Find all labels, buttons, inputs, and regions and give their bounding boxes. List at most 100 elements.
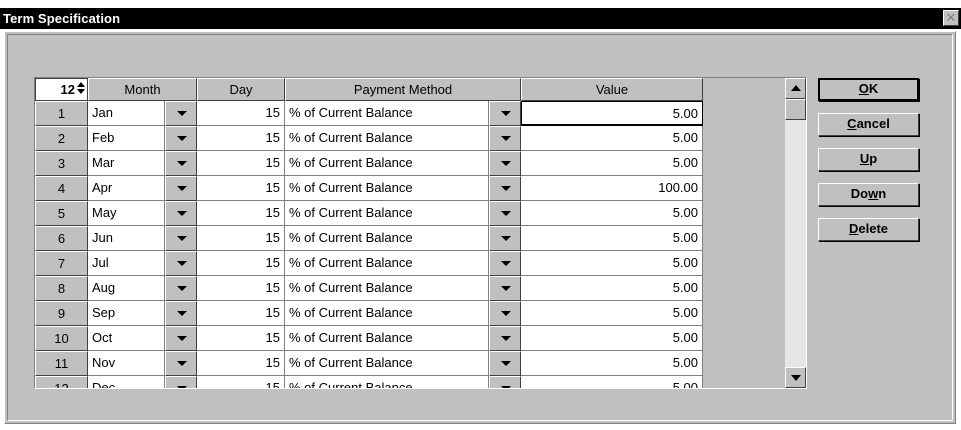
- payment-method-cell[interactable]: % of Current Balance: [285, 301, 489, 326]
- header-day[interactable]: Day: [197, 78, 285, 101]
- value-cell[interactable]: 5.00: [521, 351, 703, 376]
- day-cell[interactable]: 15: [197, 226, 285, 251]
- close-icon[interactable]: ✕: [943, 10, 959, 26]
- row-number[interactable]: 9: [35, 301, 88, 326]
- scroll-up-icon[interactable]: [785, 78, 806, 99]
- payment-method-cell[interactable]: % of Current Balance: [285, 376, 489, 388]
- row-number[interactable]: 4: [35, 176, 88, 201]
- scroll-down-icon[interactable]: [785, 367, 806, 388]
- row-number[interactable]: 2: [35, 126, 88, 151]
- delete-button[interactable]: Delete: [818, 218, 919, 241]
- payment-method-dropdown-icon[interactable]: [489, 226, 521, 251]
- month-dropdown-icon[interactable]: [165, 276, 197, 301]
- row-number[interactable]: 12: [35, 376, 88, 388]
- day-cell[interactable]: 15: [197, 126, 285, 151]
- payment-method-dropdown-icon[interactable]: [489, 251, 521, 276]
- month-dropdown-icon[interactable]: [165, 326, 197, 351]
- day-cell[interactable]: 15: [197, 101, 285, 126]
- value-cell[interactable]: 5.00: [521, 326, 703, 351]
- payment-method-cell[interactable]: % of Current Balance: [285, 126, 489, 151]
- payment-method-dropdown-icon[interactable]: [489, 176, 521, 201]
- day-cell[interactable]: 15: [197, 151, 285, 176]
- day-cell[interactable]: 15: [197, 351, 285, 376]
- payment-method-dropdown-icon[interactable]: [489, 126, 521, 151]
- month-cell[interactable]: Feb: [88, 126, 165, 151]
- payment-method-cell[interactable]: % of Current Balance: [285, 226, 489, 251]
- payment-method-cell[interactable]: % of Current Balance: [285, 326, 489, 351]
- month-cell[interactable]: Jun: [88, 226, 165, 251]
- month-cell[interactable]: Dec: [88, 376, 165, 388]
- header-value[interactable]: Value: [521, 78, 703, 101]
- month-cell[interactable]: Sep: [88, 301, 165, 326]
- row-number[interactable]: 7: [35, 251, 88, 276]
- month-cell[interactable]: Oct: [88, 326, 165, 351]
- day-cell[interactable]: 15: [197, 251, 285, 276]
- payment-method-dropdown-icon[interactable]: [489, 276, 521, 301]
- payment-method-cell[interactable]: % of Current Balance: [285, 176, 489, 201]
- payment-method-cell[interactable]: % of Current Balance: [285, 201, 489, 226]
- month-dropdown-icon[interactable]: [165, 176, 197, 201]
- month-dropdown-icon[interactable]: [165, 376, 197, 388]
- header-payment-method[interactable]: Payment Method: [285, 78, 521, 101]
- payment-method-dropdown-icon[interactable]: [489, 376, 521, 388]
- value-cell[interactable]: 5.00: [521, 301, 703, 326]
- payment-method-cell[interactable]: % of Current Balance: [285, 351, 489, 376]
- month-dropdown-icon[interactable]: [165, 301, 197, 326]
- month-cell[interactable]: Nov: [88, 351, 165, 376]
- value-cell[interactable]: 5.00: [521, 151, 703, 176]
- day-cell[interactable]: 15: [197, 201, 285, 226]
- payment-method-dropdown-icon[interactable]: [489, 201, 521, 226]
- row-number[interactable]: 8: [35, 276, 88, 301]
- payment-method-cell[interactable]: % of Current Balance: [285, 101, 489, 126]
- month-dropdown-icon[interactable]: [165, 226, 197, 251]
- payment-method-dropdown-icon[interactable]: [489, 301, 521, 326]
- payment-method-dropdown-icon[interactable]: [489, 351, 521, 376]
- month-dropdown-icon[interactable]: [165, 251, 197, 276]
- value-cell[interactable]: 5.00: [521, 226, 703, 251]
- value-cell[interactable]: 5.00: [521, 126, 703, 151]
- month-dropdown-icon[interactable]: [165, 151, 197, 176]
- month-cell[interactable]: Apr: [88, 176, 165, 201]
- value-cell[interactable]: 5.00: [521, 251, 703, 276]
- month-cell[interactable]: Mar: [88, 151, 165, 176]
- value-cell[interactable]: 5.00: [521, 276, 703, 301]
- day-cell[interactable]: 15: [197, 376, 285, 388]
- spinner-arrows-icon[interactable]: [76, 80, 86, 99]
- up-button[interactable]: Up: [818, 148, 919, 171]
- month-dropdown-icon[interactable]: [165, 201, 197, 226]
- row-number[interactable]: 6: [35, 226, 88, 251]
- day-cell[interactable]: 15: [197, 276, 285, 301]
- month-dropdown-icon[interactable]: [165, 126, 197, 151]
- payment-method-dropdown-icon[interactable]: [489, 326, 521, 351]
- row-number[interactable]: 11: [35, 351, 88, 376]
- payment-method-cell[interactable]: % of Current Balance: [285, 251, 489, 276]
- month-cell[interactable]: May: [88, 201, 165, 226]
- header-month[interactable]: Month: [88, 78, 197, 101]
- cancel-button[interactable]: Cancel: [818, 113, 919, 136]
- payment-method-dropdown-icon[interactable]: [489, 151, 521, 176]
- row-number[interactable]: 10: [35, 326, 88, 351]
- scroll-thumb[interactable]: [785, 99, 806, 120]
- day-cell[interactable]: 15: [197, 326, 285, 351]
- row-number[interactable]: 3: [35, 151, 88, 176]
- payment-method-cell[interactable]: % of Current Balance: [285, 151, 489, 176]
- ok-button[interactable]: OK: [818, 78, 919, 101]
- value-cell[interactable]: 100.00: [521, 176, 703, 201]
- month-cell[interactable]: Jan: [88, 101, 165, 126]
- day-cell[interactable]: 15: [197, 176, 285, 201]
- month-cell[interactable]: Jul: [88, 251, 165, 276]
- value-cell[interactable]: 5.00: [521, 201, 703, 226]
- month-dropdown-icon[interactable]: [165, 101, 197, 126]
- row-number[interactable]: 5: [35, 201, 88, 226]
- vertical-scrollbar[interactable]: [784, 78, 806, 388]
- payment-method-dropdown-icon[interactable]: [489, 101, 521, 126]
- row-number[interactable]: 1: [35, 101, 88, 126]
- month-cell[interactable]: Aug: [88, 276, 165, 301]
- day-cell[interactable]: 15: [197, 301, 285, 326]
- value-cell[interactable]: 5.00: [521, 376, 703, 388]
- month-dropdown-icon[interactable]: [165, 351, 197, 376]
- row-count-spinner[interactable]: 12: [35, 78, 88, 101]
- down-button[interactable]: Down: [818, 183, 919, 206]
- payment-method-cell[interactable]: % of Current Balance: [285, 276, 489, 301]
- value-cell[interactable]: 5.00: [521, 101, 703, 126]
